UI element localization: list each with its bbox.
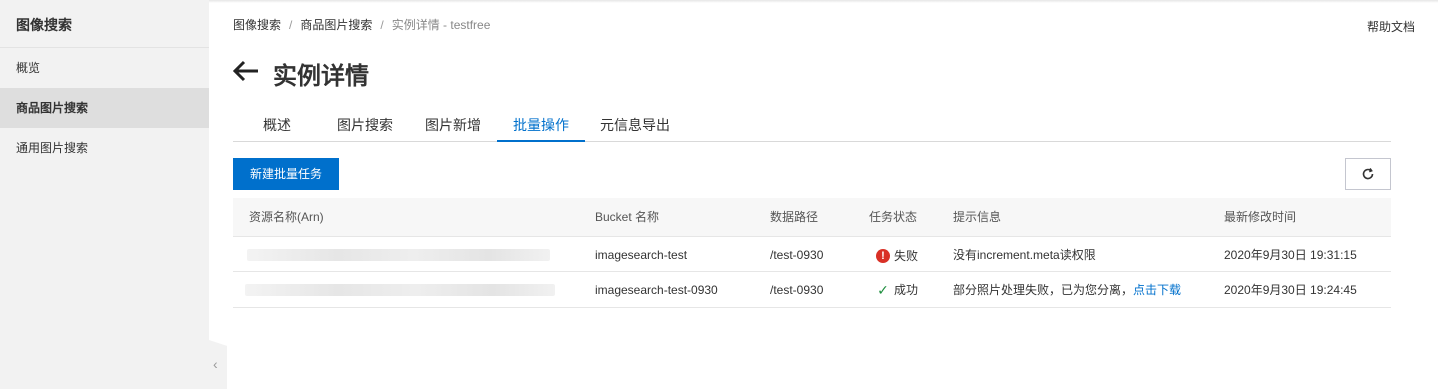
table-header: 资源名称(Arn) Bucket 名称 数据路径 任务状态 提示信息 最新修改时…: [233, 198, 1391, 236]
breadcrumb-separator: /: [380, 18, 384, 32]
table-row: imagesearch-test /test-0930 ! 失败 没有incre…: [233, 236, 1391, 272]
refresh-button[interactable]: [1345, 158, 1391, 190]
tab-bar: 概述 图片搜索 图片新增 批量操作 元信息导出: [233, 112, 1391, 142]
tab-overview[interactable]: 概述: [233, 112, 321, 142]
data-path: /test-0930: [770, 248, 824, 262]
download-link[interactable]: 点击下载: [1133, 283, 1181, 297]
modified-time: 2020年9月30日 19:31:15: [1224, 248, 1357, 262]
breadcrumb-current: 实例详情 - testfree: [391, 18, 491, 32]
tab-metadata-export[interactable]: 元信息导出: [585, 112, 685, 142]
message: 部分照片处理失败，已为您分离，点击下载: [953, 272, 1181, 308]
redacted-arn: [245, 284, 555, 296]
bucket-name: imagesearch-test-0930: [595, 283, 718, 297]
tab-batch-operation[interactable]: 批量操作: [497, 112, 585, 142]
column-header-bucket: Bucket 名称: [595, 210, 660, 224]
table-row: imagesearch-test-0930 /test-0930 ✓ 成功 部分…: [233, 272, 1391, 308]
task-status: ✓ 成功: [876, 272, 918, 309]
sidebar-item-general-image-search[interactable]: 通用图片搜索: [0, 128, 209, 168]
sidebar-item-overview[interactable]: 概览: [0, 48, 209, 88]
task-status: ! 失败: [876, 237, 918, 274]
modified-time: 2020年9月30日 19:24:45: [1224, 283, 1357, 297]
check-icon: ✓: [877, 282, 889, 298]
new-batch-task-button[interactable]: 新建批量任务: [233, 158, 339, 190]
bucket-name: imagesearch-test: [595, 248, 688, 262]
column-header-path: 数据路径: [770, 210, 819, 224]
tab-image-add[interactable]: 图片新增: [409, 112, 497, 142]
top-border: [0, 0, 1438, 3]
breadcrumb: 图像搜索 / 商品图片搜索 / 实例详情 - testfree: [233, 16, 490, 33]
page-title: 实例详情: [273, 63, 369, 90]
message-text: 部分照片处理失败，已为您分离，: [953, 283, 1134, 297]
sidebar: 图像搜索 概览 商品图片搜索 通用图片搜索: [0, 0, 209, 389]
column-header-message: 提示信息: [953, 210, 1002, 224]
redacted-arn: [247, 249, 550, 261]
status-label: 成功: [894, 283, 919, 297]
data-path: /test-0930: [770, 283, 824, 297]
sidebar-item-product-image-search[interactable]: 商品图片搜索: [0, 88, 209, 128]
column-header-modified: 最新修改时间: [1224, 210, 1297, 224]
tab-image-search[interactable]: 图片搜索: [321, 112, 409, 142]
sidebar-title: 图像搜索: [16, 17, 72, 33]
breadcrumb-item-product-image-search[interactable]: 商品图片搜索: [300, 18, 372, 32]
sidebar-collapse-button[interactable]: ‹: [209, 340, 227, 389]
column-header-status: 任务状态: [869, 210, 918, 224]
error-icon: !: [876, 249, 890, 263]
back-arrow-icon[interactable]: [232, 56, 262, 86]
message: 没有increment.meta读权限: [953, 248, 1096, 262]
refresh-icon: [1362, 168, 1374, 180]
status-label: 失败: [894, 249, 919, 263]
help-docs-link[interactable]: 帮助文档: [1367, 18, 1415, 35]
breadcrumb-item-image-search[interactable]: 图像搜索: [233, 18, 281, 32]
batch-task-table: 资源名称(Arn) Bucket 名称 数据路径 任务状态 提示信息 最新修改时…: [233, 198, 1391, 308]
column-header-arn: 资源名称(Arn): [249, 210, 324, 224]
chevron-left-icon: ‹: [213, 356, 218, 372]
breadcrumb-separator: /: [289, 18, 293, 32]
